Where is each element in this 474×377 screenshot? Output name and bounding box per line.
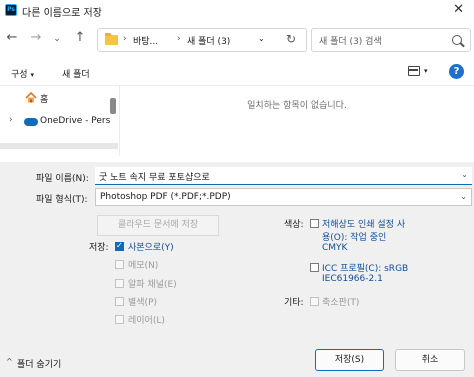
address-bar[interactable]: › 바탕... › 새 폴더 (3) ⌄ ↻	[97, 28, 307, 52]
search-icon	[452, 35, 462, 45]
navigation-bar: ← → ⌄ ↑ › 바탕... › 새 폴더 (3) ⌄ ↻ 새 폴더 (3) …	[0, 26, 474, 54]
search-box[interactable]: 새 폴더 (3) 검색	[311, 28, 471, 52]
spot-color-checkbox[interactable]	[115, 297, 124, 306]
hide-folders-button[interactable]: 폴더 숨기기	[17, 357, 61, 370]
copy-checkbox[interactable]	[115, 241, 124, 251]
layers-checkbox[interactable]	[115, 315, 124, 324]
notes-checkbox[interactable]	[115, 260, 124, 269]
filename-field[interactable]: 굿 노트 속지 무료 포토샵으로 ⌄	[95, 167, 472, 185]
save-button[interactable]: 저장(S)	[315, 349, 384, 371]
layers-option-label: 레이어(L)	[128, 316, 165, 326]
save-options-label: 저장:	[89, 243, 109, 253]
proof-setup-label-line3[interactable]: CMYK	[322, 243, 347, 253]
recent-locations-chevron-icon[interactable]: ⌄	[49, 30, 65, 48]
nav-item-home[interactable]: 홈	[40, 92, 48, 105]
filetype-label: 파일 형식(T):	[36, 195, 88, 205]
filetype-dropdown-chevron-icon[interactable]: ⌄	[460, 192, 467, 201]
color-label: 색상:	[284, 220, 304, 230]
alpha-channel-checkbox[interactable]	[115, 279, 124, 288]
forward-arrow-icon[interactable]: →	[28, 29, 44, 47]
nav-pane-horizontal-scrollbar[interactable]	[0, 143, 118, 149]
cancel-button[interactable]: 취소	[395, 349, 465, 371]
refresh-icon[interactable]: ↻	[286, 32, 296, 46]
title-bar: Ps 다른 이름으로 저장 ✕	[0, 0, 474, 22]
close-icon[interactable]: ✕	[453, 2, 464, 17]
breadcrumb-separator: ›	[123, 34, 127, 44]
filetype-select[interactable]: Photoshop PDF (*.PDF;*.PDP) ⌄	[95, 188, 472, 206]
photoshop-app-icon: Ps	[5, 4, 17, 16]
organize-menu-button[interactable]: 구성 ▾	[11, 67, 34, 80]
folder-icon	[105, 33, 118, 45]
breadcrumb-item-current[interactable]: 새 폴더 (3)	[187, 34, 230, 47]
filetype-value: Photoshop PDF (*.PDF;*.PDP)	[100, 192, 231, 202]
back-arrow-icon[interactable]: ←	[4, 29, 20, 47]
view-options-icon[interactable]	[408, 66, 420, 76]
pane-divider[interactable]	[119, 86, 120, 156]
help-icon[interactable]: ?	[449, 64, 464, 79]
nav-pane-scrollbar-thumb[interactable]	[110, 98, 116, 114]
command-toolbar: 구성 ▾ 새 폴더 ▾ ?	[0, 60, 474, 86]
home-icon	[25, 92, 37, 103]
filename-input[interactable]: 굿 노트 속지 무료 포토샵으로	[99, 170, 210, 183]
organize-label: 구성	[11, 70, 28, 80]
nav-item-onedrive[interactable]: OneDrive - Pers	[40, 116, 110, 126]
proof-setup-checkbox[interactable]	[310, 219, 319, 228]
icc-profile-label-line2[interactable]: IEC61966-2.1	[322, 274, 383, 284]
icc-profile-label-line1[interactable]: ICC 프로필(C): sRGB	[322, 261, 408, 274]
filename-dropdown-chevron-icon[interactable]: ⌄	[461, 170, 468, 179]
proof-setup-label-line1[interactable]: 저해상도 인쇄 설정 사	[322, 217, 405, 230]
view-options-dropdown-icon[interactable]: ▾	[424, 67, 428, 75]
icc-profile-checkbox[interactable]	[310, 263, 319, 272]
search-input[interactable]: 새 폴더 (3) 검색	[319, 34, 382, 47]
onedrive-cloud-icon	[24, 118, 38, 126]
breadcrumb-item-desktop[interactable]: 바탕...	[133, 34, 158, 47]
spot-color-option-label: 별색(P)	[128, 298, 158, 308]
new-folder-button[interactable]: 새 폴더	[62, 67, 90, 80]
filename-label: 파일 이름(N):	[36, 174, 89, 184]
notes-option-label: 메모(N)	[128, 261, 159, 271]
expand-chevron-icon[interactable]: ›	[9, 115, 13, 125]
other-label: 기타:	[284, 298, 304, 308]
copy-option-label[interactable]: 사본으로(Y)	[128, 240, 174, 253]
empty-folder-message: 일치하는 항목이 없습니다.	[247, 101, 347, 111]
hide-folders-arrow-icon[interactable]: ^	[6, 357, 13, 366]
window-title: 다른 이름으로 저장	[22, 8, 102, 19]
breadcrumb-separator: ›	[177, 34, 181, 44]
organize-dropdown-icon: ▾	[30, 71, 34, 79]
save-options-panel: 파일 이름(N): 굿 노트 속지 무료 포토샵으로 ⌄ 파일 형식(T): P…	[0, 162, 474, 377]
up-arrow-icon[interactable]: ↑	[72, 29, 88, 47]
address-dropdown-chevron-icon[interactable]: ⌄	[258, 34, 265, 43]
thumbnail-option-label: 축소판(T)	[322, 298, 360, 308]
thumbnail-checkbox[interactable]	[310, 297, 319, 306]
proof-setup-label-line2[interactable]: 용(O): 작업 중인	[322, 230, 386, 243]
save-to-cloud-button[interactable]: 클라우드 문서에 저장	[97, 215, 219, 236]
alpha-channel-option-label: 알파 채널(E)	[128, 280, 177, 290]
